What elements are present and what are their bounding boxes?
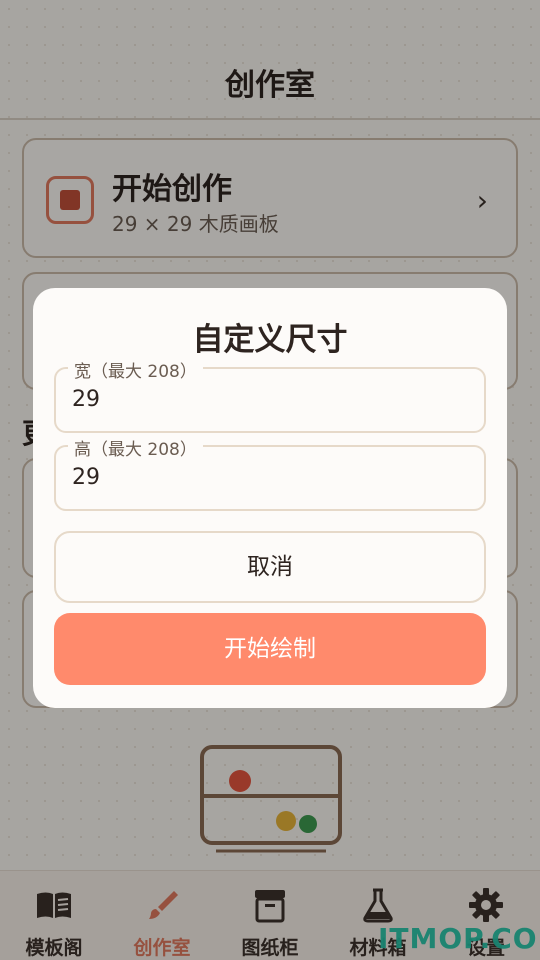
width-input[interactable]: 29 <box>72 387 100 412</box>
dialog-title: 自定义尺寸 <box>192 322 348 358</box>
height-input[interactable]: 29 <box>72 465 100 490</box>
width-field[interactable]: 宽（最大 208） 29 <box>54 357 486 433</box>
height-field-label: 高（最大 208） <box>68 435 203 460</box>
custom-size-dialog: 自定义尺寸 宽（最大 208） 29 高（最大 208） 29 取消 开始绘制 <box>33 288 507 708</box>
height-field[interactable]: 高（最大 208） 29 <box>54 435 486 511</box>
cancel-button[interactable]: 取消 <box>54 531 486 603</box>
start-drawing-button[interactable]: 开始绘制 <box>54 613 486 685</box>
width-field-label: 宽（最大 208） <box>68 357 203 382</box>
